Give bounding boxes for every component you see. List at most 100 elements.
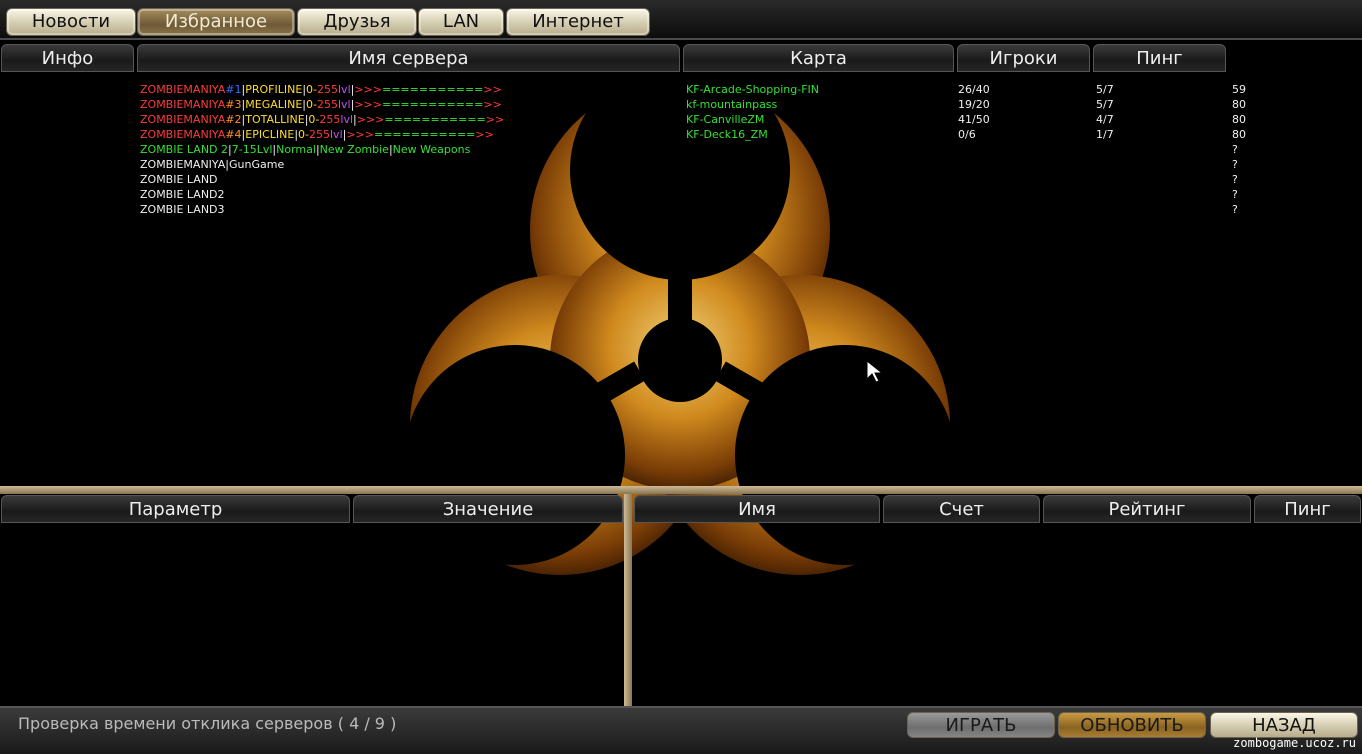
server-row-name[interactable]: ZOMBIEMANIYA|GunGame bbox=[140, 157, 284, 172]
cursor-icon bbox=[866, 360, 884, 383]
server-name-segment: 0- bbox=[298, 128, 309, 141]
server-name-segment: #3 bbox=[225, 98, 242, 111]
server-name-segment: >> bbox=[483, 98, 502, 111]
server-name-segment: ZOMBIE LAND2 bbox=[140, 188, 225, 201]
server-row-ping: 80 bbox=[1232, 98, 1246, 111]
server-name-segment: =========== bbox=[384, 113, 486, 126]
server-name-segment: =========== bbox=[382, 83, 484, 96]
server-row-players: 19/20 bbox=[958, 98, 990, 111]
server-name-segment: >> bbox=[483, 83, 502, 96]
server-row-map: KF-CanvilleZM bbox=[686, 113, 765, 126]
server-name-segment: #2 bbox=[225, 113, 242, 126]
server-name-segment: lvl bbox=[340, 113, 354, 126]
col-header-rating[interactable]: Рейтинг bbox=[1043, 495, 1251, 523]
watermark-text: zombogame.ucoz.ru bbox=[1233, 736, 1356, 750]
server-name-segment: TOTALLINE bbox=[245, 113, 305, 126]
server-name-segment: >>> bbox=[354, 98, 382, 111]
server-name-segment: >>> bbox=[354, 83, 382, 96]
server-name-segment: ZOMBIEMANIYA bbox=[140, 98, 226, 111]
server-row-ping: ? bbox=[1232, 188, 1238, 201]
server-name-segment: 255 bbox=[317, 83, 338, 96]
server-name-segment: =========== bbox=[381, 98, 484, 111]
col-header-parameter[interactable]: Параметр bbox=[1, 495, 350, 523]
server-row-info: 4/7 bbox=[1096, 113, 1114, 126]
tab-favorites[interactable]: Избранное bbox=[137, 8, 295, 36]
status-text: Проверка времени отклика серверов ( 4 / … bbox=[18, 714, 397, 733]
server-name-segment: #4 bbox=[225, 128, 242, 141]
server-name-segment: ZOMBIEMANIYA bbox=[140, 128, 226, 141]
server-name-segment: lvl bbox=[330, 128, 343, 141]
server-row-ping: 80 bbox=[1232, 113, 1246, 126]
server-name-segment: >>> bbox=[346, 128, 374, 141]
server-name-segment: ZOMBIEMANIYA bbox=[140, 113, 226, 126]
server-row-ping: ? bbox=[1232, 143, 1238, 156]
col-header-players[interactable]: Игроки bbox=[957, 44, 1090, 72]
tab-internet[interactable]: Интернет bbox=[506, 8, 650, 36]
server-row-map: KF-Deck16_ZM bbox=[686, 128, 768, 141]
server-name-segment: MEGALINE bbox=[245, 98, 303, 111]
server-row-name[interactable]: ZOMBIEMANIYA#4|EPICLINE|0-255lvl|>>>====… bbox=[140, 127, 494, 142]
server-row-ping: ? bbox=[1232, 203, 1238, 216]
server-name-segment: ZOMBIEMANIYA bbox=[140, 83, 226, 96]
server-name-segment: 0- bbox=[306, 98, 317, 111]
vertical-splitter[interactable] bbox=[624, 494, 632, 706]
refresh-button[interactable]: ОБНОВИТЬ bbox=[1058, 712, 1206, 738]
server-name-segment: 0- bbox=[306, 83, 317, 96]
server-row-info: 5/7 bbox=[1096, 98, 1114, 111]
server-name-segment: >>> bbox=[356, 113, 385, 126]
col-header-server-name[interactable]: Имя сервера bbox=[137, 44, 680, 72]
server-row-info: 1/7 bbox=[1096, 128, 1114, 141]
server-row-name[interactable]: ZOMBIE LAND bbox=[140, 172, 218, 187]
top-tab-bar: Новости Избранное Друзья LAN Интернет bbox=[0, 0, 1362, 40]
server-row-name[interactable]: ZOMBIE LAND 2|7-15Lvl|Normal|New Zombie|… bbox=[140, 142, 470, 157]
server-name-segment: Normal bbox=[276, 143, 316, 156]
server-name-segment: >> bbox=[485, 113, 505, 126]
server-row-ping: 80 bbox=[1232, 128, 1246, 141]
server-name-segment: New Weapons bbox=[392, 143, 471, 156]
col-header-player-ping[interactable]: Пинг bbox=[1254, 495, 1361, 523]
server-row-info: 5/7 bbox=[1096, 83, 1114, 96]
server-name-segment: ZOMBIE LAND bbox=[140, 173, 218, 186]
server-name-segment: 255 bbox=[316, 98, 338, 111]
tab-friends[interactable]: Друзья bbox=[297, 8, 417, 36]
server-row-name[interactable]: ZOMBIEMANIYA#3|MEGALINE|0-255lvl|>>>====… bbox=[140, 97, 502, 112]
server-name-segment: 7-15Lvl bbox=[231, 143, 273, 156]
back-button[interactable]: НАЗАД bbox=[1210, 712, 1358, 738]
server-row-ping: ? bbox=[1232, 158, 1238, 171]
server-name-segment: EPICLINE bbox=[245, 128, 295, 141]
server-row-map: KF-Arcade-Shopping-FIN bbox=[686, 83, 820, 96]
tab-news[interactable]: Новости bbox=[6, 8, 136, 36]
server-row-ping: ? bbox=[1232, 173, 1238, 186]
col-header-ping[interactable]: Пинг bbox=[1093, 44, 1226, 72]
server-name-segment: #1 bbox=[225, 83, 242, 96]
server-name-segment: lvl bbox=[337, 98, 351, 111]
tab-lan[interactable]: LAN bbox=[418, 8, 504, 36]
col-header-score[interactable]: Счет bbox=[883, 495, 1040, 523]
server-row-name[interactable]: ZOMBIE LAND2 bbox=[140, 187, 225, 202]
col-header-player-name[interactable]: Имя bbox=[634, 495, 880, 523]
server-name-segment: ZOMBIE LAND 2 bbox=[140, 143, 229, 156]
server-row-players: 26/40 bbox=[958, 83, 990, 96]
server-row-map: kf-mountainpass bbox=[686, 98, 778, 111]
server-name-segment: PROFILINE bbox=[245, 83, 303, 96]
server-name-segment: 255 bbox=[309, 128, 330, 141]
server-row-ping: 59 bbox=[1232, 83, 1246, 96]
server-name-segment: =========== bbox=[374, 128, 476, 141]
server-name-segment: ZOMBIE LAND3 bbox=[140, 203, 225, 216]
col-header-info[interactable]: Инфо bbox=[1, 44, 134, 72]
server-name-segment: ZOMBIEMANIYA|GunGame bbox=[140, 158, 285, 171]
server-row-players: 41/50 bbox=[958, 113, 990, 126]
col-header-map[interactable]: Карта bbox=[683, 44, 954, 72]
play-button[interactable]: ИГРАТЬ bbox=[907, 712, 1055, 738]
col-header-value[interactable]: Значение bbox=[353, 495, 623, 523]
server-row-name[interactable]: ZOMBIEMANIYA#2|TOTALLINE|0-255lvl|>>>===… bbox=[140, 112, 504, 127]
server-name-segment: 255 bbox=[319, 113, 341, 126]
server-name-segment: New Zombie bbox=[319, 143, 389, 156]
server-name-segment: >> bbox=[475, 128, 494, 141]
server-row-players: 0/6 bbox=[958, 128, 976, 141]
server-name-segment: 0- bbox=[308, 113, 320, 126]
server-row-name[interactable]: ZOMBIE LAND3 bbox=[140, 202, 225, 217]
horizontal-splitter[interactable] bbox=[0, 486, 1362, 494]
server-name-segment: lvl bbox=[338, 83, 351, 96]
server-row-name[interactable]: ZOMBIEMANIYA#1|PROFILINE|0-255lvl|>>>===… bbox=[140, 82, 502, 97]
